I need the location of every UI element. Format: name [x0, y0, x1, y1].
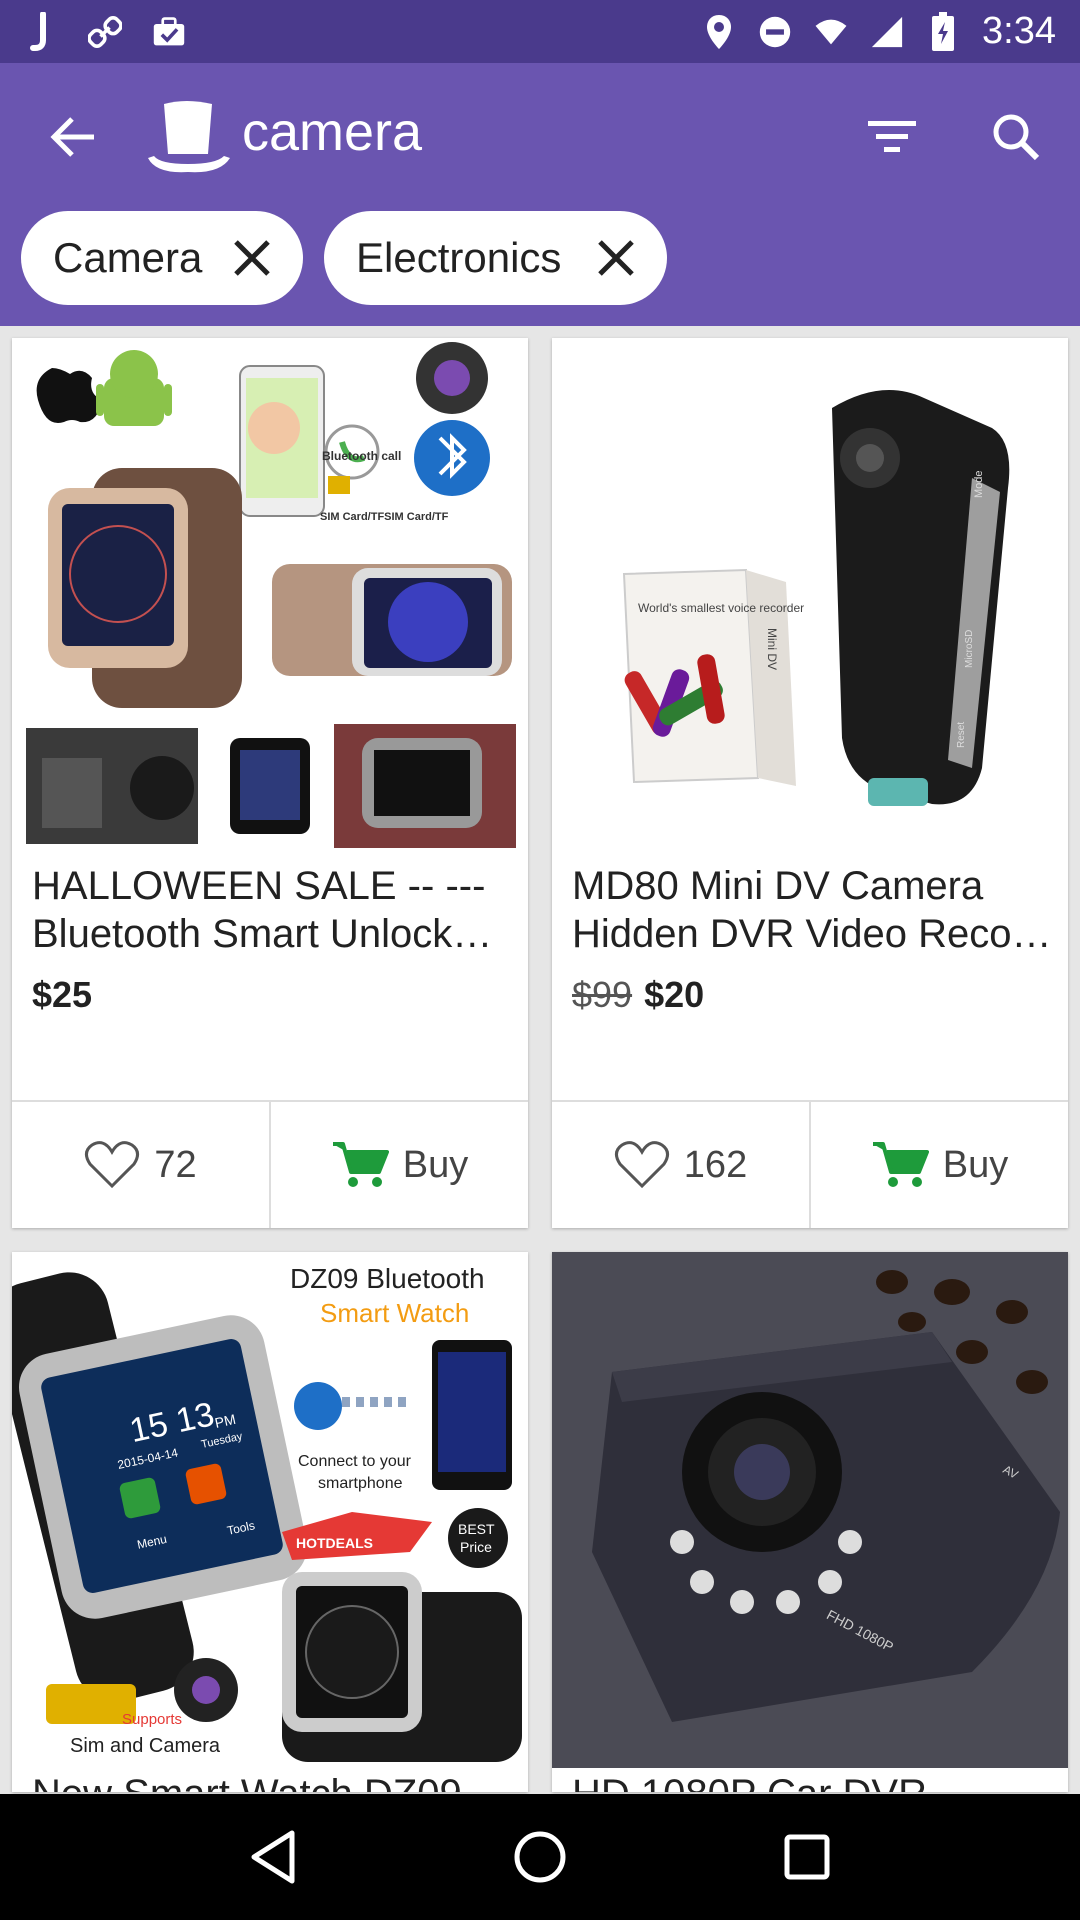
wifi-icon	[814, 15, 848, 49]
card-actions: 72 Buy	[12, 1100, 528, 1228]
current-price: $20	[644, 974, 705, 1015]
cart-icon	[872, 1142, 929, 1187]
signal-icon	[870, 15, 904, 49]
close-icon[interactable]	[227, 233, 277, 283]
app-toolbar: camera Camera Electronics	[0, 63, 1080, 326]
status-time: 3:34	[982, 10, 1056, 52]
product-card[interactable]: World's smallest voice recorder Mini DV …	[552, 338, 1068, 1228]
product-title-line1: HD 1080P Car DVR	[572, 1770, 1052, 1792]
supports-label: Supports	[122, 1711, 182, 1728]
reset-label: Reset	[956, 722, 967, 748]
card-actions: 162 Buy	[552, 1100, 1068, 1228]
like-count: 72	[154, 1143, 197, 1186]
product-card[interactable]: FHD 1080P AV HD 1080P Car DVR	[552, 1252, 1068, 1792]
product-title[interactable]: New Smart Watch DZ09	[32, 1770, 512, 1792]
connect-label-2: smartphone	[318, 1475, 403, 1492]
bluetooth-call-label: Bluetooth call	[322, 449, 401, 463]
link-icon	[88, 15, 122, 49]
back-button[interactable]	[42, 105, 106, 169]
buy-label: Buy	[402, 1143, 469, 1186]
dz09-subheadline: Smart Watch	[320, 1298, 469, 1328]
dz09-headline: DZ09 Bluetooth	[290, 1263, 485, 1294]
heart-icon	[85, 1141, 140, 1189]
product-title-line2: Bluetooth Smart Unlock…	[32, 912, 493, 956]
box-mini-dv-label: Mini DV	[765, 628, 779, 670]
search-button[interactable]	[984, 105, 1048, 169]
current-price: $25	[32, 974, 93, 1015]
product-title-line1: MD80 Mini DV Camera	[572, 864, 984, 908]
like-count: 162	[683, 1143, 748, 1186]
product-title[interactable]: MD80 Mini DV Camera Hidden DVR Video Rec…	[572, 862, 1052, 958]
j-app-icon	[24, 11, 58, 51]
nav-home-button[interactable]	[505, 1822, 575, 1892]
nav-back-icon	[251, 1830, 295, 1884]
product-price: $99 $20	[572, 974, 704, 1016]
product-card[interactable]: DZ09 Bluetooth Smart Watch 15 13 PM 2015…	[12, 1252, 528, 1792]
search-icon	[993, 114, 1040, 161]
cart-icon	[332, 1142, 389, 1187]
nav-recents-icon	[784, 1834, 830, 1880]
price-label: Price	[460, 1539, 492, 1555]
sim-card-label: SIM Card/TFSIM Card/TF	[320, 511, 449, 523]
original-price: $99	[572, 974, 633, 1015]
nav-recents-button[interactable]	[772, 1822, 842, 1892]
like-button[interactable]: 162	[552, 1102, 809, 1228]
product-title-line1: HALLOWEEN SALE -- ---	[32, 864, 486, 908]
top-hat-logo-icon	[146, 98, 232, 176]
microsd-label: MicroSD	[964, 630, 975, 668]
nav-home-icon	[514, 1831, 566, 1883]
product-title[interactable]: HD 1080P Car DVR	[572, 1770, 1052, 1792]
buy-button[interactable]: Buy	[809, 1102, 1068, 1228]
hot-deals-label: HOTDEALS	[296, 1535, 373, 1551]
status-bar: 3:34	[0, 0, 1080, 63]
chip-label: Electronics	[356, 234, 562, 281]
buy-button[interactable]: Buy	[269, 1102, 528, 1228]
box-label: World's smallest voice recorder	[638, 601, 804, 615]
sim-camera-label: Sim and Camera	[70, 1735, 221, 1757]
product-title-line2: Hidden DVR Video Reco…	[572, 912, 1052, 956]
filter-button[interactable]	[860, 105, 924, 169]
close-icon[interactable]	[591, 233, 641, 283]
filter-chip-electronics[interactable]: Electronics	[324, 211, 667, 305]
system-nav-bar	[0, 1794, 1080, 1920]
product-image-car-dvr[interactable]: FHD 1080P AV	[552, 1252, 1068, 1768]
mode-label: Mode	[973, 470, 985, 498]
connect-label: Connect to your	[298, 1453, 412, 1470]
product-image-dz09-smartwatch[interactable]: DZ09 Bluetooth Smart Watch 15 13 PM 2015…	[12, 1252, 528, 1768]
product-card[interactable]: Bluetooth call SIM Card/TFSIM Card/TF HA…	[12, 338, 528, 1228]
back-arrow-icon	[50, 117, 94, 157]
nav-back-button[interactable]	[238, 1822, 308, 1892]
briefcase-check-icon	[152, 15, 186, 49]
product-title-line1: New Smart Watch DZ09	[32, 1770, 512, 1792]
product-price: $25	[32, 974, 92, 1016]
do-not-disturb-icon	[758, 15, 792, 49]
buy-label: Buy	[942, 1143, 1009, 1186]
chip-label: Camera	[53, 234, 203, 281]
product-image-smartwatch-collage[interactable]: Bluetooth call SIM Card/TFSIM Card/TF	[12, 338, 528, 858]
heart-icon	[614, 1141, 669, 1189]
filter-chip-camera[interactable]: Camera	[21, 211, 303, 305]
product-title[interactable]: HALLOWEEN SALE -- --- Bluetooth Smart Un…	[32, 862, 512, 958]
best-label: BEST	[458, 1521, 495, 1537]
product-image-mini-dv-camera[interactable]: World's smallest voice recorder Mini DV …	[552, 338, 1068, 858]
location-icon	[702, 14, 736, 49]
like-button[interactable]: 72	[12, 1102, 269, 1228]
filter-icon	[868, 121, 916, 152]
battery-charging-icon	[926, 11, 960, 51]
search-query-title: camera	[242, 102, 423, 162]
